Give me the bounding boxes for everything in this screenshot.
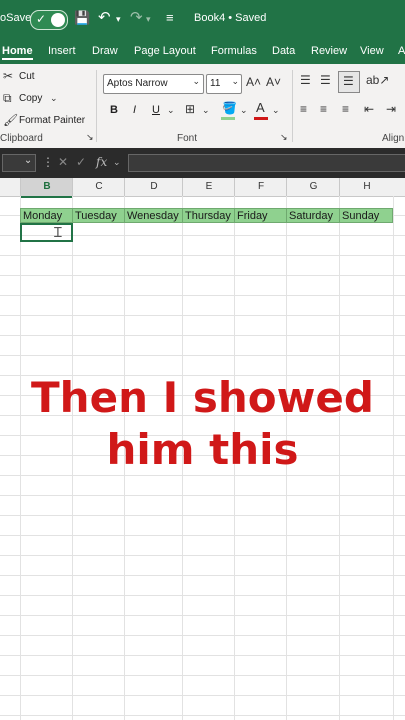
font-color-icon[interactable]: A	[256, 100, 265, 115]
title-bar: oSave ✓ 💾 ↶ ▾ ↷ ▾ ≡ Book4 • Saved	[0, 0, 405, 40]
chevron-down-icon[interactable]: ⌄	[240, 105, 248, 116]
cell-wednesday[interactable]: Wenesday	[124, 208, 183, 223]
align-left-icon[interactable]: ≡	[300, 102, 307, 116]
chevron-down-icon: ▾	[146, 14, 151, 24]
undo-icon[interactable]: ↶	[98, 8, 111, 26]
cell-thursday[interactable]: Thursday	[182, 208, 235, 223]
shrink-font-icon[interactable]: A˅	[266, 75, 281, 89]
text-cursor-icon: Ɪ	[54, 224, 62, 240]
column-header-c[interactable]: C	[72, 178, 125, 196]
enter-icon[interactable]: ✓	[76, 155, 86, 169]
borders-icon[interactable]: ⊞	[185, 102, 195, 116]
name-box[interactable]: ⌄	[2, 154, 36, 172]
tab-page-layout[interactable]: Page Layout	[134, 45, 196, 57]
toggle-knob	[51, 13, 65, 27]
save-icon[interactable]: 💾	[74, 10, 90, 26]
cell-monday[interactable]: Monday	[20, 208, 73, 223]
formula-input[interactable]	[128, 154, 405, 172]
cell-saturday[interactable]: Saturday	[286, 208, 340, 223]
font-name-value: Aptos Narrow	[107, 78, 168, 89]
chevron-down-icon[interactable]: ⌄	[202, 105, 210, 116]
redo-icon: ↷	[130, 9, 143, 26]
scissors-icon[interactable]: ✂	[3, 69, 13, 83]
column-header-e[interactable]: E	[182, 178, 235, 196]
tab-home[interactable]: Home	[2, 45, 33, 60]
dialog-launcher-icon[interactable]: ↘	[280, 132, 288, 143]
font-size-value: 11	[210, 78, 221, 89]
formula-bar: ⌄ ⋮ ✕ ✓ fx ⌄	[0, 148, 405, 178]
column-header-g[interactable]: G	[286, 178, 340, 196]
chevron-down-icon[interactable]: ▾	[116, 14, 121, 25]
caption-line-1: Then I showed	[31, 373, 374, 422]
chevron-down-icon[interactable]: ⌄	[167, 105, 175, 116]
more-options-icon[interactable]: ⋮	[42, 155, 54, 169]
chevron-down-icon: ⌄	[192, 76, 200, 86]
chevron-down-icon: ⌄	[23, 155, 35, 166]
customize-toolbar-icon[interactable]: ≡	[166, 10, 174, 25]
tab-insert[interactable]: Insert	[48, 45, 76, 57]
group-separator	[292, 70, 293, 142]
tab-data[interactable]: Data	[272, 45, 295, 57]
copy-button[interactable]: Copy	[19, 93, 42, 104]
cut-button[interactable]: Cut	[19, 71, 35, 82]
ribbon: ✂ Cut ⧉ Copy ⌄ 🖌 Format Painter Clipboar…	[0, 64, 405, 149]
tab-formulas[interactable]: Formulas	[211, 45, 257, 57]
cancel-icon[interactable]: ✕	[58, 155, 68, 169]
font-color-swatch	[254, 117, 268, 120]
align-top-icon[interactable]: ☰	[300, 73, 311, 87]
align-center-icon[interactable]: ≡	[320, 102, 327, 116]
autosave-label: oSave	[0, 12, 32, 24]
fill-color-icon[interactable]: 🪣	[222, 101, 237, 115]
column-header-b[interactable]: B	[20, 178, 73, 198]
grow-font-icon[interactable]: A˄	[246, 75, 261, 89]
clipboard-group-label: Clipboard	[0, 133, 43, 144]
align-bottom-button[interactable]: ☰	[338, 71, 360, 93]
align-middle-icon[interactable]: ☰	[320, 73, 331, 87]
column-header-h[interactable]: H	[339, 178, 394, 196]
active-cell[interactable]	[20, 223, 73, 242]
cell-tuesday[interactable]: Tuesday	[72, 208, 125, 223]
fill-color-swatch	[221, 117, 235, 120]
align-bottom-icon: ☰	[343, 74, 354, 88]
insert-function-icon[interactable]: fx	[96, 155, 107, 169]
decrease-indent-icon[interactable]: ⇤	[364, 102, 374, 116]
chevron-down-icon[interactable]: ⌄	[50, 93, 58, 104]
autosave-toggle[interactable]: ✓	[30, 10, 68, 30]
font-group-label: Font	[177, 133, 198, 144]
cell-sunday[interactable]: Sunday	[339, 208, 393, 223]
format-painter-button[interactable]: Format Painter	[19, 115, 85, 126]
orientation-icon[interactable]: ab↗	[366, 73, 389, 87]
column-header-d[interactable]: D	[124, 178, 183, 196]
check-icon: ✓	[36, 12, 47, 26]
column-header-f[interactable]: F	[234, 178, 287, 196]
dialog-launcher-icon[interactable]: ↘	[86, 132, 94, 143]
font-size-select[interactable]: 11 ⌄	[206, 74, 242, 94]
tab-review[interactable]: Review	[311, 45, 347, 57]
chevron-down-icon: ⌄	[231, 76, 239, 86]
document-title[interactable]: Book4 • Saved	[194, 12, 266, 24]
increase-indent-icon[interactable]: ⇥	[386, 102, 396, 116]
font-name-select[interactable]: Aptos Narrow ⌄	[103, 74, 204, 94]
cell-friday[interactable]: Friday	[234, 208, 287, 223]
caption-line-2: him this	[106, 425, 299, 474]
ribbon-tabs: Home Insert Draw Page Layout Formulas Da…	[0, 40, 405, 64]
bold-button[interactable]: B	[110, 104, 118, 116]
paintbrush-icon[interactable]: 🖌	[3, 113, 18, 127]
italic-button[interactable]: I	[133, 104, 136, 116]
align-right-icon[interactable]: ≡	[342, 102, 349, 116]
tab-more[interactable]: A	[398, 45, 405, 57]
underline-button[interactable]: U	[152, 104, 160, 116]
chevron-down-icon[interactable]: ⌄	[113, 157, 121, 168]
tab-draw[interactable]: Draw	[92, 45, 118, 57]
copy-icon[interactable]: ⧉	[3, 91, 12, 106]
alignment-group-label: Align	[382, 133, 405, 144]
column-headers: B C D E F G H	[0, 178, 405, 198]
group-separator	[96, 70, 97, 142]
chevron-down-icon[interactable]: ⌄	[272, 105, 280, 116]
tab-view[interactable]: View	[360, 45, 384, 57]
